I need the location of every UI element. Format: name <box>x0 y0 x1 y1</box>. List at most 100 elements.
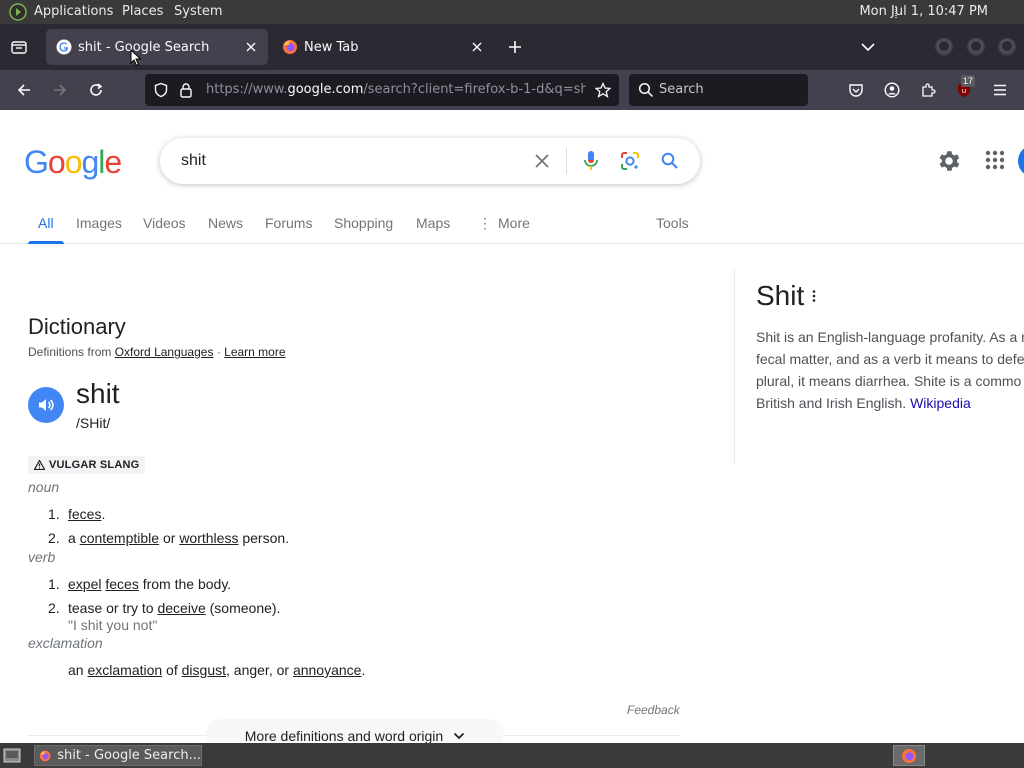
definition-item: an exclamation of disgust, anger, or ann… <box>68 662 365 678</box>
puzzle-piece-icon <box>922 83 936 97</box>
knowledge-panel-description: Shit is an English-language profanity. A… <box>756 326 1024 414</box>
url-prefix: https://www. <box>206 82 288 97</box>
new-tab-button[interactable] <box>503 35 527 59</box>
search-placeholder: Search <box>659 82 704 97</box>
search-submit-button[interactable] <box>658 149 682 173</box>
maximize-button[interactable] <box>967 38 985 56</box>
arrow-left-icon <box>17 84 30 96</box>
definition-number: 1. <box>48 576 60 592</box>
mouse-cursor-icon <box>130 49 142 67</box>
tab-forums[interactable]: Forums <box>265 215 312 231</box>
taskbar-window-item[interactable]: shit - Google Search... <box>34 745 202 766</box>
close-window-button[interactable] <box>998 38 1016 56</box>
search-query[interactable]: shit <box>181 152 206 170</box>
tab-close-button[interactable] <box>468 38 486 56</box>
dictionary-heading: Dictionary <box>28 314 126 339</box>
description-text: British and Irish English. <box>756 395 911 411</box>
word-link[interactable]: contemptible <box>80 530 159 546</box>
forward-button[interactable] <box>48 78 72 102</box>
applications-menu[interactable]: Applications <box>34 4 113 19</box>
bookmark-star-icon[interactable] <box>595 82 611 98</box>
plus-icon <box>509 41 521 53</box>
tab-all[interactable]: All <box>38 215 54 231</box>
word-link[interactable]: feces <box>105 576 138 592</box>
tab-close-button[interactable] <box>242 38 260 56</box>
definition-item: tease or try to deceive (someone). <box>68 600 280 616</box>
applications-menu-icon[interactable] <box>9 3 27 21</box>
tab-shopping[interactable]: Shopping <box>334 215 393 231</box>
part-of-speech-noun: noun <box>28 479 60 495</box>
tab-title: New Tab <box>304 39 359 55</box>
microphone-icon <box>584 151 598 170</box>
firefox-view-icon <box>11 41 27 54</box>
phonetic-spelling: /SHit/ <box>76 415 111 431</box>
back-button[interactable] <box>12 78 36 102</box>
search-result-tabs: All Images Videos News Forums Shopping M… <box>0 212 1024 244</box>
google-logo[interactable]: Google <box>24 144 122 181</box>
definition-number: 1. <box>48 506 60 522</box>
web-search-box[interactable]: Search <box>629 74 808 106</box>
tab-new-tab[interactable]: New Tab <box>272 29 494 65</box>
taskbar-window-title: shit - Google Search... <box>57 748 201 763</box>
places-menu[interactable]: Places <box>122 4 163 19</box>
word-link[interactable]: exclamation <box>87 662 162 678</box>
google-apps-icon[interactable] <box>983 148 1007 172</box>
tab-news[interactable]: News <box>208 215 243 231</box>
voice-search-button[interactable] <box>579 149 603 173</box>
search-icon <box>661 152 678 169</box>
pronunciation-button[interactable] <box>28 387 64 423</box>
learn-more-link[interactable]: Learn more <box>224 345 285 359</box>
account-button[interactable] <box>880 78 904 102</box>
pocket-button[interactable] <box>844 78 868 102</box>
account-icon <box>884 82 900 98</box>
url-text[interactable]: https://www.google.com/search?client=fir… <box>206 82 586 97</box>
word-link[interactable]: worthless <box>179 530 238 546</box>
list-all-tabs-button[interactable] <box>856 35 880 59</box>
google-lens-icon <box>621 152 639 170</box>
search-icon <box>638 82 654 98</box>
word-link[interactable]: disgust <box>182 662 226 678</box>
description-line: fecal matter, and as a verb it means to … <box>756 351 1024 367</box>
account-avatar[interactable] <box>1018 145 1024 177</box>
tab-videos[interactable]: Videos <box>143 215 186 231</box>
reload-icon <box>90 83 103 96</box>
word-link[interactable]: feces <box>68 506 101 522</box>
image-search-button[interactable] <box>618 149 642 173</box>
description-line: plural, it means diarrhea. Shite is a co… <box>756 373 1022 389</box>
word-link[interactable]: deceive <box>157 600 205 616</box>
app-menu-button[interactable] <box>988 78 1012 102</box>
reload-button[interactable] <box>84 78 108 102</box>
tracking-protection-shield-icon[interactable] <box>153 82 169 98</box>
system-menu[interactable]: System <box>174 4 222 19</box>
tab-google-search[interactable]: shit - Google Search <box>46 29 268 65</box>
definition-item: a contemptible or worthless person. <box>68 530 289 546</box>
show-desktop-icon[interactable] <box>3 747 21 764</box>
chevron-down-icon <box>861 43 875 52</box>
url-bar[interactable]: https://www.google.com/search?client=fir… <box>145 74 619 106</box>
workspace-switcher[interactable] <box>893 745 925 766</box>
def-text: an <box>68 662 88 678</box>
feedback-link[interactable]: Feedback <box>627 703 680 717</box>
extensions-button[interactable] <box>916 78 940 102</box>
word-link[interactable]: annoyance <box>293 662 362 678</box>
usage-example: "I shit you not" <box>68 617 158 633</box>
google-search-field[interactable]: shit <box>160 138 700 184</box>
hamburger-menu-icon <box>994 84 1006 96</box>
firefox-view-button[interactable] <box>8 36 30 58</box>
clock[interactable]: Mon Jul 1, 10:47 PM <box>859 4 988 19</box>
oxford-languages-link[interactable]: Oxford Languages <box>115 345 214 359</box>
minimize-button[interactable] <box>935 38 953 56</box>
lock-icon[interactable] <box>179 82 193 98</box>
word-link[interactable]: expel <box>68 576 101 592</box>
more-options-icon[interactable] <box>810 289 818 303</box>
wikipedia-link[interactable]: Wikipedia <box>910 395 971 411</box>
firefox-favicon-icon <box>283 40 297 54</box>
clear-search-button[interactable] <box>530 149 554 173</box>
knowledge-panel-title: Shit <box>756 280 805 311</box>
tab-title: shit - Google Search <box>78 39 210 55</box>
gear-icon[interactable] <box>936 148 962 174</box>
tab-maps[interactable]: Maps <box>416 215 450 231</box>
tab-more[interactable]: ⋮ More <box>478 215 530 232</box>
tab-images[interactable]: Images <box>76 215 122 231</box>
tab-tools[interactable]: Tools <box>656 215 689 231</box>
